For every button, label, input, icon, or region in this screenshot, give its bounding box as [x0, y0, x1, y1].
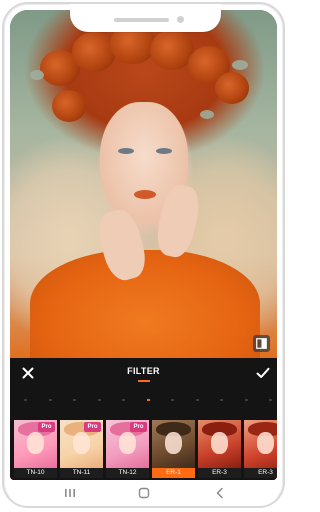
preview-face: [27, 432, 44, 454]
compare-icon: [256, 338, 267, 349]
title-underline: [138, 380, 150, 382]
filter-label: ER-3: [198, 468, 241, 478]
preview-face: [73, 432, 90, 454]
photo-preview[interactable]: [10, 10, 277, 370]
slider-tick[interactable]: [48, 399, 52, 401]
pro-badge: Pro: [130, 422, 147, 432]
slider-tick[interactable]: [220, 399, 223, 401]
preview-face: [211, 432, 228, 454]
filter-preview-image: Pro: [14, 420, 57, 468]
back-icon: [216, 487, 223, 499]
flower-crown-part: [72, 32, 116, 72]
slider-tick[interactable]: [24, 399, 27, 401]
filter-panel: FILTER Pro TN-10 Pro TN-11 Pro TN-12 ER-1 ER-3 E…: [10, 358, 277, 480]
slider-tick[interactable]: [122, 399, 125, 401]
panel-title: FILTER: [127, 366, 160, 376]
filter-label: TN-10: [14, 468, 57, 478]
filter-thumbnail[interactable]: Pro TN-12: [106, 420, 149, 478]
filter-preview-image: [198, 420, 241, 468]
check-icon: [256, 367, 270, 378]
filter-preview-image: [152, 420, 195, 469]
home-icon: [138, 487, 150, 499]
filter-preview-image: Pro: [106, 420, 149, 468]
left-eye: [118, 148, 134, 154]
preview-face: [165, 432, 182, 454]
filter-thumbnail[interactable]: ER-1: [152, 420, 195, 478]
pro-badge: Pro: [84, 422, 101, 432]
slider-tick[interactable]: [73, 399, 76, 401]
recents-button[interactable]: [60, 484, 80, 502]
lips: [134, 190, 156, 199]
compare-button[interactable]: [253, 335, 270, 352]
slider-tick[interactable]: [97, 399, 101, 401]
flower-crown-part: [215, 72, 249, 104]
intensity-slider[interactable]: [10, 396, 277, 408]
preview-face: [257, 432, 274, 454]
preview-face: [119, 432, 136, 454]
filter-label: ER-3: [244, 468, 277, 478]
filter-thumbnail[interactable]: Pro TN-11: [60, 420, 103, 478]
right-eye: [156, 148, 172, 154]
home-button[interactable]: [134, 484, 154, 502]
filter-label: TN-12: [106, 468, 149, 478]
slider-tick[interactable]: [171, 399, 174, 401]
filter-preview-image: Pro: [60, 420, 103, 468]
flower-crown-part: [52, 90, 86, 122]
panel-header: FILTER: [10, 358, 277, 386]
phone-notch: [70, 4, 221, 32]
back-button[interactable]: [210, 484, 230, 502]
slider-tick[interactable]: [269, 399, 272, 401]
filter-thumbnail[interactable]: ER-3: [244, 420, 277, 478]
filter-thumbnail[interactable]: Pro TN-10: [14, 420, 57, 478]
front-camera: [177, 16, 184, 23]
slider-tick[interactable]: [146, 399, 150, 401]
filter-thumbnail-list: Pro TN-10 Pro TN-11 Pro TN-12 ER-1 ER-3 ER-3: [10, 420, 277, 480]
slider-tick[interactable]: [195, 399, 199, 401]
filter-label: TN-11: [60, 468, 103, 478]
filter-label: ER-1: [152, 468, 195, 478]
app-screen: FILTER Pro TN-10 Pro TN-11 Pro TN-12 ER-1 ER-3 E…: [10, 10, 277, 480]
dress: [30, 250, 260, 370]
leaf: [30, 70, 44, 80]
pro-badge: Pro: [38, 422, 55, 432]
confirm-button[interactable]: [254, 364, 272, 382]
speaker-grille: [114, 18, 169, 22]
slider-tick[interactable]: [244, 399, 248, 401]
phone-frame: FILTER Pro TN-10 Pro TN-11 Pro TN-12 ER-1 ER-3 E…: [2, 2, 285, 508]
system-nav-bar: [10, 480, 277, 506]
leaf: [232, 60, 248, 70]
recents-icon: [65, 489, 75, 497]
leaf: [200, 110, 214, 119]
filter-preview-image: [244, 420, 277, 468]
filter-thumbnail[interactable]: ER-3: [198, 420, 241, 478]
